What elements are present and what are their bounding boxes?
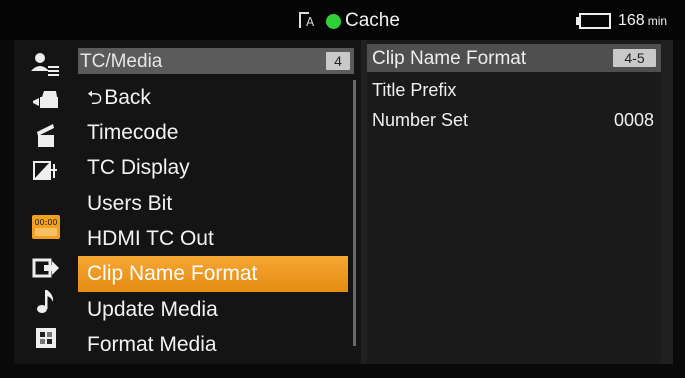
- menu-page-badge: 4: [326, 52, 350, 70]
- cache-status-dot: [326, 13, 341, 29]
- menu-item-label: Format Media: [87, 333, 217, 356]
- menu-scrollbar[interactable]: [353, 80, 356, 346]
- tc-media-icon[interactable]: 00:00: [14, 210, 78, 244]
- output-icon[interactable]: [14, 251, 78, 285]
- maintenance-icon[interactable]: [14, 321, 78, 355]
- cache-label: Cache: [345, 10, 400, 31]
- detail-header: Clip Name Format 4-5: [367, 44, 661, 72]
- status-bar: A Cache 168 min: [0, 0, 685, 40]
- image-adjust-icon[interactable]: [14, 153, 78, 187]
- detail-title: Clip Name Format: [372, 48, 527, 69]
- svg-text:00:00: 00:00: [34, 218, 57, 227]
- clapperboard-icon[interactable]: [14, 118, 78, 152]
- back-arrow-icon: ⮌: [87, 88, 103, 109]
- menu-item-label: Users Bit: [87, 192, 173, 215]
- user-menu-icon[interactable]: [14, 48, 78, 82]
- menu-item-label: Back: [104, 86, 151, 109]
- cache-indicator: A Cache: [297, 10, 400, 32]
- menu-item-timecode[interactable]: Timecode: [78, 115, 348, 151]
- media-slot-letter: A: [306, 15, 315, 29]
- menu-item-users-bit[interactable]: Users Bit: [78, 186, 348, 222]
- battery-icon: [576, 13, 612, 29]
- menu-item-format-media[interactable]: Format Media: [78, 327, 348, 363]
- menu-item-label: Clip Name Format: [87, 262, 258, 285]
- menu-item-label: Timecode: [87, 121, 179, 144]
- detail-row-value: 0008: [613, 110, 654, 130]
- battery-unit: min: [647, 14, 668, 28]
- battery-indicator: 168 min: [576, 10, 667, 32]
- detail-row-number-set[interactable]: Number Set 0008: [367, 106, 661, 134]
- audio-icon[interactable]: [14, 284, 78, 318]
- menu-header: TC/Media 4: [78, 48, 354, 74]
- camera-icon[interactable]: [14, 83, 78, 117]
- menu-item-back[interactable]: ⮌Back: [78, 80, 348, 116]
- detail-row-label: Number Set: [372, 110, 469, 130]
- detail-page-badge: 4-5: [613, 49, 656, 67]
- media-slot-icon: A: [297, 11, 323, 31]
- menu-item-label: HDMI TC Out: [87, 227, 214, 250]
- category-icon-column: 00:00: [14, 40, 78, 364]
- menu-item-tc-display[interactable]: TC Display: [78, 150, 348, 186]
- menu-item-clip-name-format[interactable]: Clip Name Format: [78, 256, 348, 292]
- menu-title: TC/Media: [80, 51, 163, 72]
- detail-row-title-prefix[interactable]: Title Prefix: [367, 76, 661, 104]
- menu-item-label: Update Media: [87, 298, 218, 321]
- menu-item-update-media[interactable]: Update Media: [78, 292, 348, 328]
- detail-row-label: Title Prefix: [372, 80, 457, 100]
- battery-minutes: 168: [618, 12, 645, 29]
- menu-item-hdmi-tc-out[interactable]: HDMI TC Out: [78, 221, 348, 257]
- menu-item-label: TC Display: [87, 156, 190, 179]
